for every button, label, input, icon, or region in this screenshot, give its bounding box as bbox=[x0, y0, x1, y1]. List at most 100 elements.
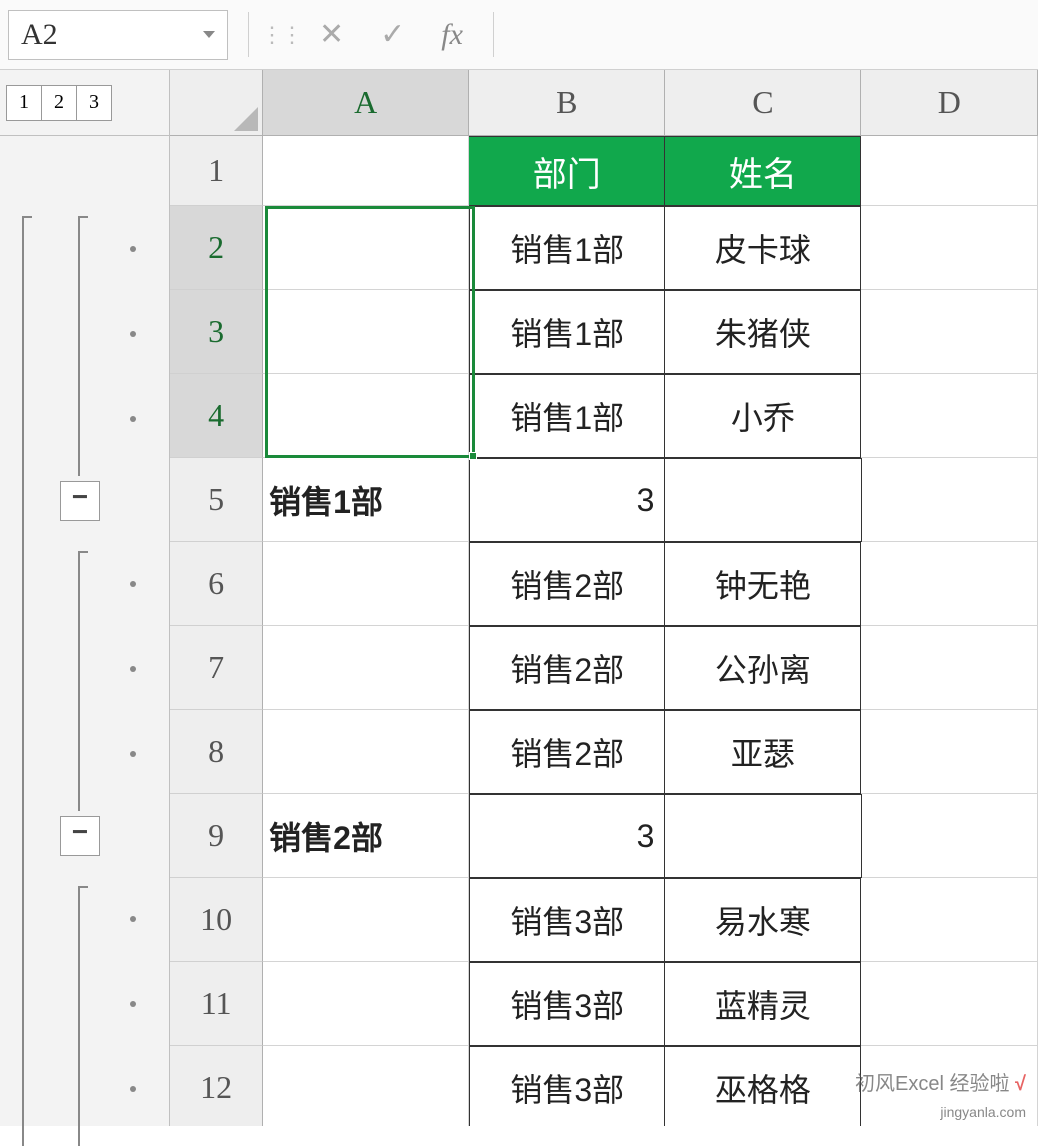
divider bbox=[493, 12, 494, 57]
cell-A6[interactable] bbox=[263, 542, 469, 626]
cell-C9[interactable] bbox=[665, 794, 861, 878]
cell-A4[interactable] bbox=[263, 374, 469, 458]
outline-dot-icon bbox=[130, 1001, 136, 1007]
cell-B2[interactable]: 销售1部 bbox=[469, 206, 665, 290]
cell-A10[interactable] bbox=[263, 878, 469, 962]
table-row: 6 销售2部 钟无艳 bbox=[170, 542, 1038, 626]
grid-pane: A B C D 1 部门 姓名 2 销售1部 皮卡球 bbox=[170, 70, 1038, 1126]
row-header-8[interactable]: 8 bbox=[170, 710, 263, 794]
cell-B8[interactable]: 销售2部 bbox=[469, 710, 665, 794]
outline-line bbox=[22, 216, 24, 1146]
col-header-B[interactable]: B bbox=[469, 70, 665, 135]
cancel-icon[interactable]: ✕ bbox=[319, 17, 344, 52]
cell-C6[interactable]: 钟无艳 bbox=[665, 542, 861, 626]
formula-input[interactable] bbox=[506, 10, 1038, 60]
cell-B7[interactable]: 销售2部 bbox=[469, 626, 665, 710]
check-icon: √ bbox=[1015, 1073, 1026, 1095]
cell-B5[interactable]: 3 bbox=[469, 458, 665, 542]
outline-level-1[interactable]: 1 bbox=[6, 85, 42, 121]
cell-D1[interactable] bbox=[861, 136, 1038, 206]
row-header-5[interactable]: 5 bbox=[170, 458, 263, 542]
outline-dot-icon bbox=[130, 666, 136, 672]
cell-A5[interactable]: 销售1部 bbox=[263, 458, 469, 542]
table-row: 5 销售1部 3 bbox=[170, 458, 1038, 542]
cell-C2[interactable]: 皮卡球 bbox=[665, 206, 861, 290]
column-headers: A B C D bbox=[170, 70, 1038, 136]
row-header-11[interactable]: 11 bbox=[170, 962, 263, 1046]
watermark-text: 初风Excel 经验啦 bbox=[855, 1073, 1009, 1095]
row-header-10[interactable]: 10 bbox=[170, 878, 263, 962]
cell-B4[interactable]: 销售1部 bbox=[469, 374, 665, 458]
cell-C4[interactable]: 小乔 bbox=[665, 374, 861, 458]
outline-level-3[interactable]: 3 bbox=[76, 85, 112, 121]
confirm-icon[interactable]: ✓ bbox=[380, 17, 405, 52]
cell-A8[interactable] bbox=[263, 710, 469, 794]
cell-A9[interactable]: 销售2部 bbox=[263, 794, 469, 878]
sheet-rows: 1 部门 姓名 2 销售1部 皮卡球 3 销售1部 朱猪侠 bbox=[170, 136, 1038, 1126]
cell-A3[interactable] bbox=[263, 290, 469, 374]
cell-D3[interactable] bbox=[861, 290, 1038, 374]
select-all-corner[interactable] bbox=[170, 70, 263, 135]
row-header-12[interactable]: 12 bbox=[170, 1046, 263, 1126]
col-header-C[interactable]: C bbox=[665, 70, 861, 135]
dropdown-arrow-icon[interactable] bbox=[203, 31, 215, 38]
cell-C10[interactable]: 易水寒 bbox=[665, 878, 861, 962]
cell-C5[interactable] bbox=[665, 458, 861, 542]
outline-level-header: 1 2 3 bbox=[0, 70, 169, 136]
cell-B12[interactable]: 销售3部 bbox=[469, 1046, 665, 1126]
cell-D8[interactable] bbox=[861, 710, 1038, 794]
outline-level-2[interactable]: 2 bbox=[41, 85, 77, 121]
cell-C11[interactable]: 蓝精灵 bbox=[665, 962, 861, 1046]
table-row: 8 销售2部 亚瑟 bbox=[170, 710, 1038, 794]
row-header-4[interactable]: 4 bbox=[170, 374, 263, 458]
name-box[interactable]: A2 bbox=[8, 10, 228, 60]
cell-D2[interactable] bbox=[861, 206, 1038, 290]
cell-D5[interactable] bbox=[862, 458, 1038, 542]
cell-D9[interactable] bbox=[862, 794, 1038, 878]
sheet-area: 1 2 3 − − bbox=[0, 70, 1038, 1126]
col-header-D[interactable]: D bbox=[861, 70, 1038, 135]
cell-D11[interactable] bbox=[861, 962, 1038, 1046]
cell-B3[interactable]: 销售1部 bbox=[469, 290, 665, 374]
cell-C8[interactable]: 亚瑟 bbox=[665, 710, 861, 794]
table-row: 9 销售2部 3 bbox=[170, 794, 1038, 878]
cell-B6[interactable]: 销售2部 bbox=[469, 542, 665, 626]
drag-handle-icon[interactable]: ⋮⋮ bbox=[261, 31, 301, 39]
cell-C12[interactable]: 巫格格 bbox=[665, 1046, 861, 1126]
divider bbox=[248, 12, 249, 57]
table-row: 3 销售1部 朱猪侠 bbox=[170, 290, 1038, 374]
cell-D7[interactable] bbox=[861, 626, 1038, 710]
row-header-1[interactable]: 1 bbox=[170, 136, 263, 206]
cell-D10[interactable] bbox=[861, 878, 1038, 962]
row-header-7[interactable]: 7 bbox=[170, 626, 263, 710]
cell-B10[interactable]: 销售3部 bbox=[469, 878, 665, 962]
cell-D4[interactable] bbox=[861, 374, 1038, 458]
outline-collapse-button[interactable]: − bbox=[60, 816, 100, 856]
cell-D6[interactable] bbox=[861, 542, 1038, 626]
outline-collapse-button[interactable]: − bbox=[60, 481, 100, 521]
cell-C3[interactable]: 朱猪侠 bbox=[665, 290, 861, 374]
outline-dot-icon bbox=[130, 1086, 136, 1092]
row-header-9[interactable]: 9 bbox=[170, 794, 263, 878]
cell-C1[interactable]: 姓名 bbox=[665, 136, 861, 206]
cell-C7[interactable]: 公孙离 bbox=[665, 626, 861, 710]
outline-line bbox=[78, 216, 80, 476]
cell-A2[interactable] bbox=[263, 206, 469, 290]
fx-icon[interactable]: fx bbox=[441, 18, 463, 52]
outline-dot-icon bbox=[130, 246, 136, 252]
outline-line bbox=[78, 886, 88, 888]
cell-B1[interactable]: 部门 bbox=[469, 136, 665, 206]
cell-B9[interactable]: 3 bbox=[469, 794, 665, 878]
outline-dot-icon bbox=[130, 751, 136, 757]
cell-A7[interactable] bbox=[263, 626, 469, 710]
cell-A12[interactable] bbox=[263, 1046, 469, 1126]
row-header-2[interactable]: 2 bbox=[170, 206, 263, 290]
col-header-A[interactable]: A bbox=[263, 70, 469, 135]
cell-B11[interactable]: 销售3部 bbox=[469, 962, 665, 1046]
cell-A1[interactable] bbox=[263, 136, 469, 206]
watermark: 初风Excel 经验啦 √ bbox=[855, 1067, 1026, 1096]
row-header-6[interactable]: 6 bbox=[170, 542, 263, 626]
cell-A11[interactable] bbox=[263, 962, 469, 1046]
outline-line bbox=[78, 216, 88, 218]
row-header-3[interactable]: 3 bbox=[170, 290, 263, 374]
